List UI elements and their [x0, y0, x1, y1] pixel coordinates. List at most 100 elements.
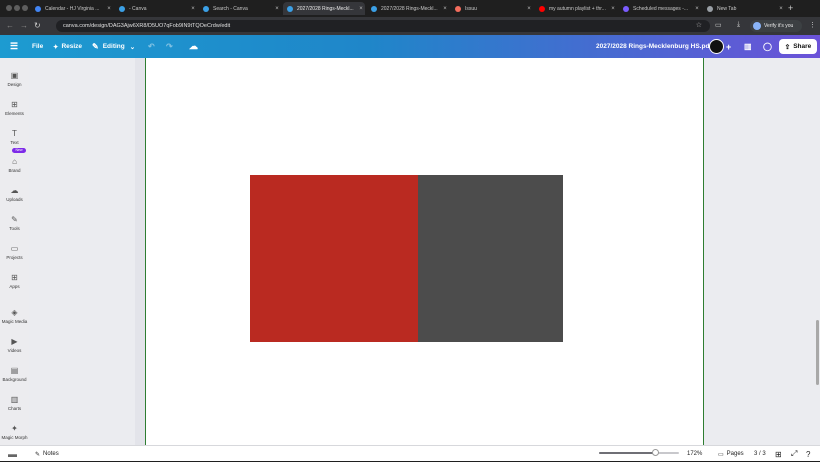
share-icon: ⇪	[784, 43, 791, 51]
download-icon[interactable]: ⤓	[737, 21, 740, 29]
workspace-scrollbar[interactable]	[816, 320, 819, 385]
tools-icon: ✎	[11, 215, 18, 224]
tab-close-icon[interactable]: ×	[357, 6, 365, 12]
sidebar-item-design[interactable]: ▣ Design	[0, 64, 29, 91]
sidebar-item-elements[interactable]: ⊞ Elements	[0, 93, 29, 120]
tab-close-icon[interactable]: ×	[273, 6, 281, 12]
user-avatar[interactable]	[709, 39, 724, 54]
sidebar-item-tools[interactable]: ✎ Tools	[0, 208, 29, 235]
sidebar-item-magic-media[interactable]: ◈ Magic Media	[0, 301, 29, 328]
undo-icon[interactable]: ↶	[148, 35, 155, 58]
tab-close-icon[interactable]: ×	[693, 6, 701, 12]
browser-tab[interactable]: Search - Canva ×	[199, 2, 281, 15]
sidebar-item-label: Tools	[9, 226, 20, 231]
sidebar-item-label: Videos	[7, 348, 22, 353]
tab-close-icon[interactable]: ×	[777, 6, 785, 12]
tab-close-icon[interactable]: ×	[105, 6, 113, 12]
fullscreen-icon[interactable]: ⤢	[791, 446, 797, 462]
editing-label: Editing	[102, 43, 125, 50]
browser-tab[interactable]: - Canva ×	[115, 2, 197, 15]
grid-view-icon[interactable]: ⊞	[775, 446, 782, 462]
tab-close-icon[interactable]: ×	[609, 6, 617, 12]
close-window-button[interactable]	[6, 5, 12, 11]
tab-close-icon[interactable]: ×	[189, 6, 197, 12]
tab-title: Calendar - HJ Virginia ...	[45, 5, 100, 12]
browser-tab-bar: Calendar - HJ Virginia ... × - Canva × Searc…	[0, 0, 820, 17]
sidebar-item-label: Apps	[9, 284, 20, 289]
sidebar-item-brand[interactable]: ⌂ Brand	[0, 150, 29, 177]
pages-button[interactable]: ▭ Pages	[718, 446, 744, 462]
help-icon[interactable]: ?	[806, 446, 810, 462]
notes-button[interactable]: ✎ Notes	[35, 446, 59, 462]
sidebar-item-videos[interactable]: ▶ Videos	[0, 330, 29, 357]
background-icon: ▤	[10, 366, 19, 375]
pages-icon: ▭	[718, 451, 724, 458]
sidebar-item-charts[interactable]: ▥ Charts	[0, 388, 29, 415]
cloud-save-icon[interactable]: ☁	[189, 35, 198, 58]
hamburger-menu-icon[interactable]: ☰	[10, 35, 18, 58]
insights-icon[interactable]: ▥	[744, 35, 752, 58]
sidebar-item-magic-morph[interactable]: ✦ Magic Morph	[0, 417, 29, 444]
verify-identity-button[interactable]: Verify it's you	[750, 20, 802, 32]
sidebar-item-background[interactable]: ▤ Background	[0, 359, 29, 386]
sidebar-item-apps[interactable]: ⊞ Apps	[0, 266, 29, 293]
sidebar-item-text[interactable]: T Text	[0, 122, 29, 149]
page-counter: 3 / 3	[754, 451, 766, 457]
tab-title: 2027/2028 Rings-Meckl...	[381, 5, 438, 12]
zoom-level[interactable]: 172%	[687, 446, 702, 462]
footer-expand-icon[interactable]: ▬	[8, 446, 17, 462]
bookmark-star-icon[interactable]: ☆	[696, 20, 702, 32]
redo-icon[interactable]: ↷	[166, 35, 173, 58]
back-arrow-icon[interactable]: ←	[6, 21, 14, 30]
zoom-slider[interactable]	[599, 449, 679, 456]
sidebar-item-label: Background	[2, 377, 27, 382]
document-title[interactable]: 2027/2028 Rings-Mecklenburg HS.pdf	[596, 35, 712, 58]
comments-icon[interactable]: ◯	[763, 35, 772, 58]
charts-icon: ▥	[10, 395, 19, 404]
browser-toolbar: ← → ↻ canva.com/design/DAG3Ajw6XR8/D5UO7…	[0, 17, 820, 35]
text-icon: T	[12, 129, 17, 138]
url-bar[interactable]: canva.com/design/DAG3Ajw6XR8/D5UO7qFob9I…	[56, 20, 710, 32]
tab-favicon-icon	[371, 5, 377, 12]
sidebar-item-label: Elements	[5, 111, 24, 116]
elements-icon: ⊞	[11, 100, 18, 109]
tab-close-icon[interactable]: ×	[525, 6, 533, 12]
share-button[interactable]: ⇪ Share	[779, 39, 817, 54]
editing-mode-button[interactable]: ✎ Editing ⌄	[92, 35, 135, 58]
sidebar-item-uploads[interactable]: ☁ Uploads	[0, 179, 29, 206]
sparkle-icon: ✦	[53, 43, 59, 51]
forward-arrow-icon[interactable]: →	[20, 21, 28, 30]
browser-menu-icon[interactable]: ⋮	[809, 21, 816, 29]
sidebar-item-label: Brand	[8, 168, 21, 173]
add-collaborator-icon[interactable]: +	[726, 35, 731, 58]
browser-tab[interactable]: Calendar - HJ Virginia ... ×	[31, 2, 113, 15]
browser-tab[interactable]: Scheduled messages -... ×	[619, 2, 701, 15]
uploads-icon: ☁	[10, 186, 19, 195]
red-rectangle-element[interactable]	[250, 175, 418, 342]
sidebar-item-projects[interactable]: ▭ Projects	[0, 237, 29, 264]
new-badge: New	[12, 148, 26, 153]
browser-tab[interactable]: my autumn playlist + thr... ×	[535, 2, 617, 15]
grey-rectangle-element[interactable]	[418, 175, 563, 342]
zoom-window-button[interactable]	[22, 5, 28, 11]
browser-tab[interactable]: 2027/2028 Rings-Meckl... ×	[283, 2, 365, 15]
browser-tab[interactable]: Issuu ×	[451, 2, 533, 15]
tab-title: my autumn playlist + thr...	[549, 5, 606, 12]
new-tab-button[interactable]: +	[788, 3, 793, 13]
notes-icon: ✎	[35, 451, 41, 458]
reload-icon[interactable]: ↻	[34, 21, 41, 30]
resize-label: Resize	[61, 43, 83, 50]
browser-tab[interactable]: New Tab ×	[703, 2, 785, 15]
tab-close-icon[interactable]: ×	[441, 6, 449, 12]
cast-icon[interactable]: ▭	[715, 21, 722, 29]
browser-tab[interactable]: 2027/2028 Rings-Meckl... ×	[367, 2, 449, 15]
file-menu-button[interactable]: File	[32, 35, 43, 58]
zoom-slider-fill	[599, 452, 655, 454]
minimize-window-button[interactable]	[14, 5, 20, 11]
resize-button[interactable]: ✦ Resize	[53, 35, 82, 58]
zoom-slider-knob[interactable]	[651, 449, 659, 456]
projects-icon: ▭	[10, 244, 19, 253]
notes-label: Notes	[43, 451, 59, 457]
chevron-down-icon: ⌄	[129, 43, 136, 51]
canva-sidebar: ▣ Design ⊞ Elements T Text ⌂ Brand ☁ Uploads ✎ Tool…	[0, 58, 29, 445]
